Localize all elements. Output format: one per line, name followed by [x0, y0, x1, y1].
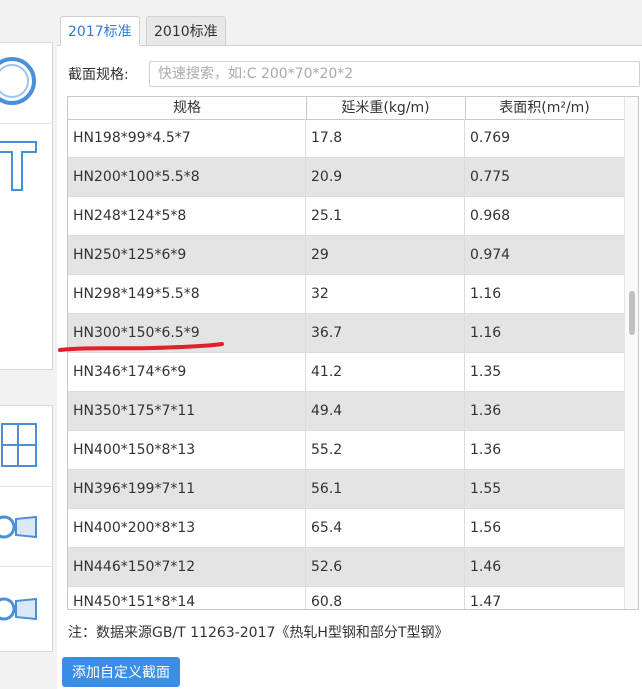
cell-weight: 49.4	[306, 392, 465, 430]
cell-area: 1.36	[470, 442, 502, 458]
cell-weight: 29	[306, 236, 465, 274]
cell-area: 0.775	[470, 169, 511, 185]
red-underline-annotation	[58, 342, 224, 352]
cell-spec: HN346*174*6*9	[68, 353, 306, 391]
cell-weight: 65.4	[306, 509, 465, 547]
table-row[interactable]: HN248*124*5*8 25.1 0.968	[68, 197, 624, 236]
tab-2010-standard[interactable]: 2010标准	[146, 16, 226, 46]
cell-spec: HN298*149*5.5*8	[68, 275, 306, 313]
cell-area: 0.974	[470, 247, 511, 263]
cell-weight: 36.7	[306, 314, 465, 352]
cell-weight: 56.1	[306, 470, 465, 508]
cross-section-icon	[1, 423, 37, 467]
scrollbar-thumb[interactable]	[629, 291, 635, 335]
circle-tube-icon	[0, 57, 36, 105]
section-shape-strip	[0, 0, 53, 688]
search-input[interactable]	[149, 61, 640, 87]
cell-spec: HN400*200*8*13	[68, 509, 306, 547]
tube-pair-icon	[0, 515, 37, 539]
table-row[interactable]: HN250*125*6*9 29 0.974	[68, 236, 624, 275]
cell-area: 1.55	[470, 481, 502, 497]
shape-cell-tee[interactable]	[0, 123, 52, 204]
cell-area: 1.36	[470, 403, 502, 419]
tab-2017-standard[interactable]: 2017标准	[60, 16, 140, 46]
table-row[interactable]: HN350*175*7*11 49.4 1.36	[68, 392, 624, 431]
table-row[interactable]: HN198*99*4.5*7 17.8 0.769	[68, 119, 624, 158]
table-row[interactable]: HN396*199*7*11 56.1 1.55	[68, 470, 624, 509]
shape-panel-top	[0, 42, 53, 370]
cell-area: 0.968	[470, 208, 511, 224]
tube-pair-icon	[0, 597, 37, 621]
cell-area: 1.56	[470, 520, 502, 536]
shape-cell-tube-b[interactable]	[0, 566, 52, 652]
cell-spec: HN198*99*4.5*7	[68, 119, 306, 157]
cell-weight: 60.8	[306, 587, 465, 609]
add-custom-section-button[interactable]: 添加自定义截面	[62, 657, 180, 687]
cell-spec: HN396*199*7*11	[68, 470, 306, 508]
cell-spec: HN350*175*7*11	[68, 392, 306, 430]
table-row[interactable]: HN450*151*8*14 60.8 1.47	[68, 587, 624, 609]
table-row[interactable]: HN298*149*5.5*8 32 1.16	[68, 275, 624, 314]
shape-cell-tube-a[interactable]	[0, 486, 52, 567]
cell-area: 1.35	[470, 364, 502, 380]
cell-area: 1.46	[470, 559, 502, 575]
header-area[interactable]: 表面积(m²/m)	[465, 97, 624, 119]
shape-cell-circle[interactable]	[0, 43, 52, 123]
header-weight[interactable]: 延米重(kg/m)	[306, 97, 465, 119]
cell-spec: HN250*125*6*9	[68, 236, 306, 274]
cell-weight: 25.1	[306, 197, 465, 235]
table-row[interactable]: HN346*174*6*9 41.2 1.35	[68, 353, 624, 392]
cell-weight: 55.2	[306, 431, 465, 469]
cell-spec: HN400*150*8*13	[68, 431, 306, 469]
cell-area: 0.769	[470, 130, 511, 146]
shape-cell-cross[interactable]	[0, 406, 52, 486]
search-label: 截面规格:	[68, 67, 129, 83]
table-row[interactable]: HN446*150*7*12 52.6 1.46	[68, 548, 624, 587]
data-source-note: 注：数据来源GB/T 11263-2017《热轧H型钢和部分T型钢》	[68, 625, 449, 641]
header-spec[interactable]: 规格	[68, 97, 306, 119]
shape-panel-bottom	[0, 405, 53, 652]
cell-spec: HN446*150*7*12	[68, 548, 306, 586]
cell-weight: 20.9	[306, 158, 465, 196]
table-row[interactable]: HN400*150*8*13 55.2 1.36	[68, 431, 624, 470]
table-header: 规格 延米重(kg/m) 表面积(m²/m)	[68, 97, 624, 120]
cell-area: 1.16	[470, 286, 502, 302]
table-body: HN198*99*4.5*7 17.8 0.769 HN200*100*5.5*…	[68, 119, 624, 609]
tee-section-icon	[0, 141, 37, 191]
table-scrollbar[interactable]	[624, 97, 638, 609]
cell-weight: 32	[306, 275, 465, 313]
table-row[interactable]: HN400*200*8*13 65.4 1.56	[68, 509, 624, 548]
cell-spec: HN450*151*8*14	[68, 587, 306, 609]
cell-weight: 17.8	[306, 119, 465, 157]
cell-weight: 41.2	[306, 353, 465, 391]
cell-weight: 52.6	[306, 548, 465, 586]
cell-spec: HN200*100*5.5*8	[68, 158, 306, 196]
cell-spec: HN248*124*5*8	[68, 197, 306, 235]
cell-area: 1.47	[470, 594, 502, 609]
table-row[interactable]: HN200*100*5.5*8 20.9 0.775	[68, 158, 624, 197]
cell-area: 1.16	[470, 325, 502, 341]
